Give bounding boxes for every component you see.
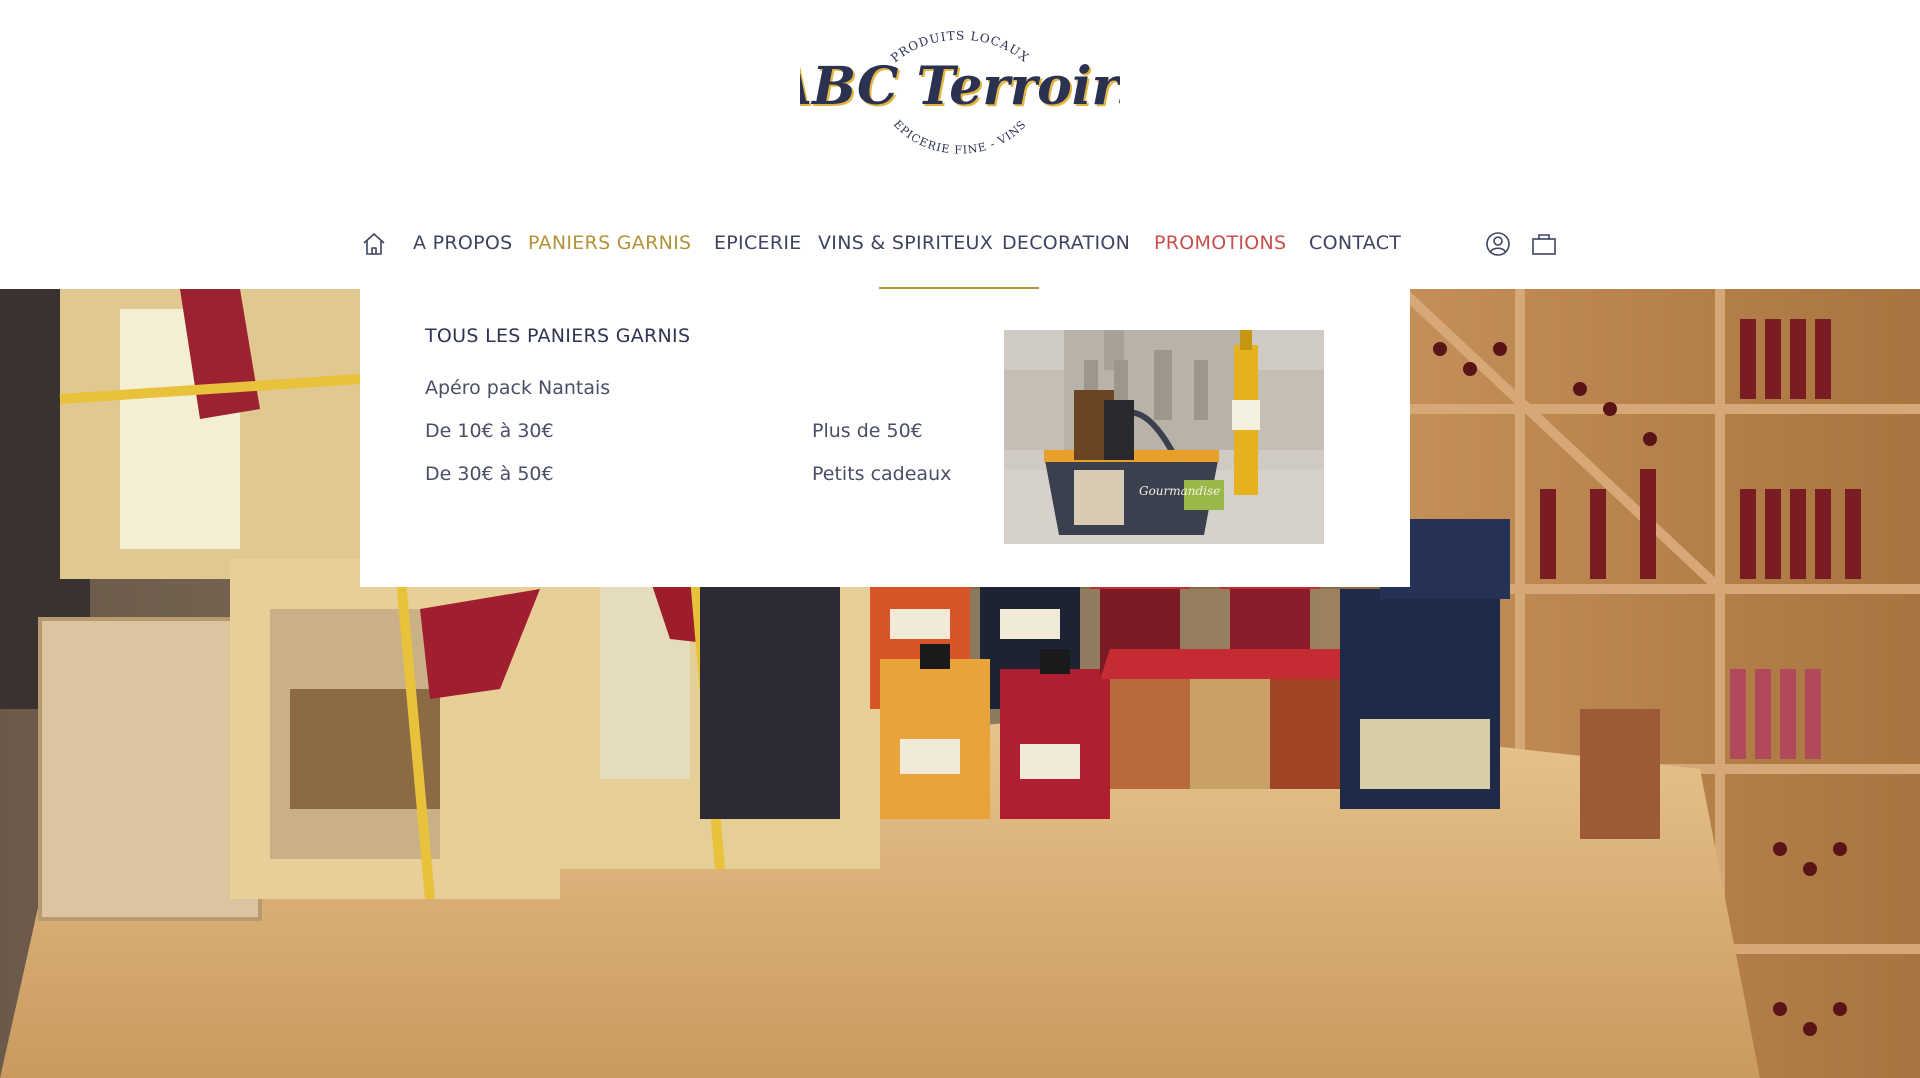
dropdown-promo-image[interactable]: Gourmandise	[1004, 330, 1324, 544]
nav-item-promotions[interactable]: PROMOTIONS	[1154, 232, 1286, 262]
nav-item-decoration[interactable]: DECORATION	[1002, 232, 1130, 262]
nav-item-paniers-garnis[interactable]: PANIERS GARNIS	[528, 232, 691, 262]
nav-item-a-propos[interactable]: A PROPOS	[413, 232, 513, 262]
dropdown-title[interactable]: TOUS LES PANIERS GARNIS	[425, 325, 690, 347]
dropdown-link-petits-cadeaux[interactable]: Petits cadeaux	[812, 463, 951, 485]
user-icon[interactable]	[1484, 230, 1512, 258]
dropdown-link-apero-pack-nantais[interactable]: Apéro pack Nantais	[425, 377, 610, 399]
nav-item-contact[interactable]: CONTACT	[1309, 232, 1401, 262]
logo-arc-bottom: EPICERIE FINE - VINS	[891, 118, 1028, 157]
basket-label: Gourmandise	[1139, 484, 1220, 498]
paniers-garnis-dropdown: TOUS LES PANIERS GARNIS Apéro pack Nanta…	[360, 289, 1410, 587]
brand-logo[interactable]: PRODUITS LOCAUX ABC Terroirs ABC Terroir…	[800, 20, 1120, 180]
logo-wordmark: ABC Terroirs	[800, 56, 1120, 117]
dropdown-link-de-10-a-30[interactable]: De 10€ à 30€	[425, 420, 554, 442]
shopping-bag-icon[interactable]	[1530, 230, 1558, 258]
svg-text:EPICERIE FINE - VINS: EPICERIE FINE - VINS	[891, 118, 1029, 157]
dropdown-link-de-30-a-50[interactable]: De 30€ à 50€	[425, 463, 554, 485]
home-icon[interactable]	[360, 230, 388, 258]
site-header: PRODUITS LOCAUX ABC Terroirs ABC Terroir…	[0, 0, 1920, 289]
nav-item-vins-spiriteux[interactable]: VINS & SPIRITEUX	[818, 232, 993, 262]
dropdown-link-plus-de-50[interactable]: Plus de 50€	[812, 420, 923, 442]
nav-item-epicerie[interactable]: EPICERIE	[714, 232, 802, 262]
main-nav: A PROPOS PANIERS GARNIS EPICERIE VINS & …	[350, 222, 1570, 290]
